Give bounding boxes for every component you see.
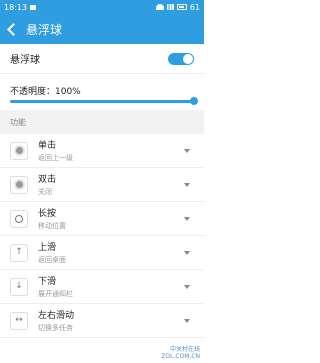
chevron-left-icon [6,22,20,36]
float-ball-toggle[interactable] [168,52,194,65]
item-title: 上滑 [38,243,57,253]
dropdown-caret-icon[interactable] [184,183,190,187]
dropdown-caret-icon[interactable] [184,149,190,153]
list-item-swipe-up[interactable]: ↑ 上滑 返回桌面 [0,236,204,270]
dropdown-caret-icon[interactable] [184,251,190,255]
watermark-line2: ZOL.COM.CN [161,353,200,360]
item-title: 单击 [38,141,57,151]
item-title: 双击 [38,175,57,185]
signal-icon [166,4,174,10]
title-bar: 悬浮球 [0,14,204,44]
list-item-double-tap[interactable]: 双击 关闭 [0,168,204,202]
opacity-setting: 不透明度：100% [0,74,204,108]
float-ball-row[interactable]: 悬浮球 [0,44,204,74]
item-title: 长按 [38,209,57,219]
float-ball-label: 悬浮球 [10,55,40,66]
page-title: 悬浮球 [26,22,63,37]
dropdown-caret-icon[interactable] [184,217,190,221]
swipe-up-icon: ↑ [10,243,28,262]
battery-level: 61 [189,2,200,12]
filled-dot-icon [10,175,28,194]
item-subtitle: 移动位置 [38,222,66,230]
wifi-icon [155,4,164,10]
opacity-slider-thumb[interactable] [190,97,198,105]
opacity-label: 不透明度：100% [10,87,81,97]
item-title: 左右滑动 [38,311,75,321]
functions-section-label: 功能 [10,117,26,127]
swipe-horizontal-icon: ↔ [10,311,28,330]
status-bar: 18:13 61 [0,0,204,14]
item-title: 下滑 [38,277,57,287]
watermark-line1: 中关村在线 [169,346,200,353]
list-item-swipe-down[interactable]: ↓ 下滑 展开通知栏 [0,270,204,304]
dropdown-caret-icon[interactable] [184,319,190,323]
back-button[interactable] [0,14,22,44]
battery-icon [176,4,187,10]
functions-section-header: 功能 [0,110,204,134]
list-item-swipe-horizontal[interactable]: ↔ 左右滑动 切换多任务 [0,304,204,338]
image-notification-icon [30,4,37,10]
item-subtitle: 切换多任务 [38,324,73,332]
status-time: 18:13 [4,2,28,12]
item-subtitle: 返回上一级 [38,154,73,162]
item-subtitle: 关闭 [38,188,52,196]
swipe-down-icon: ↓ [10,277,28,296]
dropdown-caret-icon[interactable] [184,285,190,289]
function-list: 单击 返回上一级 双击 关闭 长按 移动位置 ↑ 上滑 返回桌面 ↓ 下滑 展开… [0,134,204,338]
item-subtitle: 展开通知栏 [38,290,73,298]
list-item-long-press[interactable]: 长按 移动位置 [0,202,204,236]
opacity-slider-fill [10,100,194,103]
item-subtitle: 返回桌面 [38,256,66,264]
opacity-slider[interactable] [10,97,198,105]
ring-icon [10,209,28,228]
filled-dot-icon [10,141,28,160]
list-item-single-tap[interactable]: 单击 返回上一级 [0,134,204,168]
watermark: 中关村在线 ZOL.COM.CN [161,346,200,360]
